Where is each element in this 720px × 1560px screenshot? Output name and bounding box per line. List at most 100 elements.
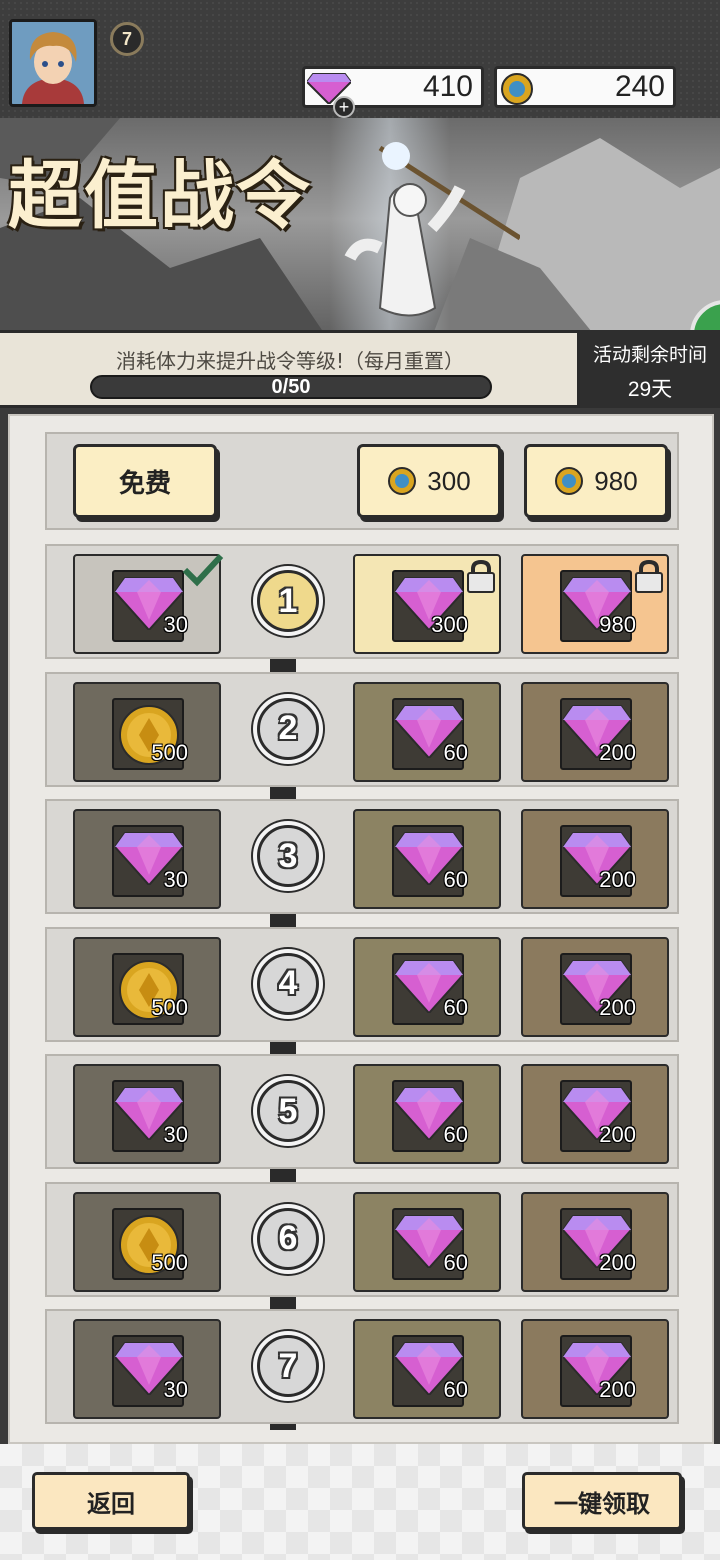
rewards-panel: 免费 300 980 30 300 980 1 500 60 200 2 30 60 200 3 500…	[8, 414, 714, 1444]
add-gems-button[interactable]: +	[333, 96, 355, 118]
reward-item: 200	[560, 952, 636, 1025]
reward-row: 30 60 200 3	[45, 799, 679, 914]
free-reward-slot[interactable]: 30	[73, 553, 224, 654]
tier-980-reward-slot[interactable]: 980	[521, 554, 669, 654]
lock-icon	[465, 559, 497, 599]
level-node: 4	[257, 952, 319, 1015]
reward-amount: 60	[443, 994, 468, 1020]
reward-amount: 200	[599, 994, 636, 1020]
top-bar: 7 410 + 240	[0, 0, 720, 118]
free-reward-slot[interactable]: 500	[73, 936, 221, 1037]
reward-amount: 500	[151, 1249, 188, 1275]
reward-amount: 500	[151, 994, 188, 1020]
reward-item: 60	[392, 697, 468, 770]
reward-item: 300	[392, 570, 468, 642]
tier-300-reward-slot[interactable]: 60	[353, 1064, 501, 1164]
free-reward-slot[interactable]: 30	[73, 1064, 221, 1164]
tier-980-reward-slot[interactable]: 200	[521, 1191, 669, 1292]
checkmark-icon	[181, 552, 225, 593]
level-node: 1	[257, 570, 319, 632]
tier-980-reward-slot[interactable]: 200	[521, 809, 669, 909]
tier-300-reward-slot[interactable]: 60	[353, 809, 501, 909]
player-level: 7	[121, 28, 132, 49]
reward-amount: 60	[443, 1377, 468, 1402]
reward-amount: 980	[599, 612, 636, 637]
tier-980-button[interactable]: 980	[524, 444, 668, 518]
reward-amount: 30	[163, 612, 188, 637]
player-avatar[interactable]	[9, 19, 97, 107]
level-number: 6	[278, 1219, 298, 1257]
tier-300-button[interactable]: 300	[357, 444, 501, 518]
tier-free-button[interactable]: 免费	[73, 444, 217, 518]
banner-title: 超值战令	[8, 153, 312, 239]
pass-progress-panel: 消耗体力来提升战令等级!（每月重置） 0/50	[0, 330, 580, 408]
level-number: 4	[278, 964, 298, 1002]
gem-count: 410	[422, 70, 473, 103]
level-node: 6	[257, 1207, 319, 1270]
reward-row: 30 60 200 7	[45, 1309, 679, 1424]
reward-item: 30	[112, 570, 188, 642]
reward-item: 30	[112, 825, 188, 897]
tier-300-reward-slot[interactable]: 60	[353, 936, 501, 1037]
time-remaining: 活动剩余时间 29天	[580, 330, 720, 408]
claim-all-button[interactable]: 一键领取	[522, 1472, 682, 1530]
tier-980-reward-slot[interactable]: 200	[521, 1319, 669, 1419]
time-remaining-value: 29天	[627, 378, 673, 401]
time-remaining-label: 活动剩余时间	[592, 344, 707, 366]
reward-row: 30 300 980 1	[45, 544, 679, 659]
tier-300-reward-slot[interactable]: 60	[353, 1319, 501, 1419]
wizard-character-icon	[344, 142, 520, 317]
blue-coin-icon	[499, 72, 535, 114]
reward-amount: 500	[151, 739, 188, 765]
lock-icon	[633, 559, 665, 599]
tier-980-price: 980	[594, 465, 638, 496]
battle-pass-banner: 超值战令	[0, 118, 720, 342]
reward-item: 500	[112, 1207, 188, 1280]
reward-item: 60	[392, 1335, 468, 1407]
reward-row: 500 60 200 6	[45, 1181, 679, 1297]
gem-balance: 410	[302, 66, 484, 108]
tier-free-label: 免费	[118, 468, 171, 499]
tier-980-reward-slot[interactable]: 200	[521, 681, 669, 782]
reward-item: 200	[560, 697, 636, 770]
reward-row: 30 60 200 5	[45, 1054, 679, 1169]
reward-item: 60	[392, 1207, 468, 1280]
blue-coin-icon	[388, 467, 417, 495]
bottom-bar: 返回 一键领取	[0, 1444, 720, 1560]
reward-item: 200	[560, 1335, 636, 1407]
reward-amount: 200	[599, 1122, 636, 1147]
free-reward-slot[interactable]: 30	[73, 1319, 221, 1419]
tier-980-reward-slot[interactable]: 200	[521, 1064, 669, 1164]
progress-hint: 消耗体力来提升战令等级!（每月重置）	[115, 349, 465, 373]
free-reward-slot[interactable]: 30	[73, 809, 221, 909]
reward-item: 500	[112, 697, 188, 770]
reward-amount: 300	[431, 612, 468, 637]
tier-300-reward-slot[interactable]: 60	[353, 681, 501, 782]
level-number: 7	[278, 1346, 298, 1385]
reward-amount: 30	[163, 867, 188, 892]
tier-300-reward-slot[interactable]: 60	[353, 1191, 501, 1292]
level-node: 3	[257, 825, 319, 887]
reward-amount: 200	[599, 1377, 636, 1402]
reward-item: 200	[560, 825, 636, 897]
level-node: 7	[257, 1335, 319, 1397]
reward-amount: 30	[163, 1377, 188, 1402]
reward-amount: 30	[163, 1122, 188, 1147]
reward-amount: 60	[443, 1249, 468, 1275]
level-number: 2	[278, 709, 298, 747]
reward-item: 200	[560, 1080, 636, 1152]
tier-980-reward-slot[interactable]: 200	[521, 936, 669, 1037]
reward-amount: 200	[599, 739, 636, 765]
back-button[interactable]: 返回	[32, 1472, 190, 1530]
reward-item: 500	[112, 952, 188, 1025]
tier-300-reward-slot[interactable]: 300	[353, 554, 501, 654]
free-reward-slot[interactable]: 500	[73, 1191, 221, 1292]
free-reward-slot[interactable]: 500	[73, 681, 221, 782]
reward-amount: 60	[443, 1122, 468, 1147]
coin-balance: 240	[494, 66, 676, 108]
reward-item: 30	[112, 1335, 188, 1407]
reward-amount: 200	[599, 867, 636, 892]
level-number: 1	[278, 581, 298, 620]
reward-amount: 60	[443, 867, 468, 892]
back-label: 返回	[87, 1488, 135, 1518]
